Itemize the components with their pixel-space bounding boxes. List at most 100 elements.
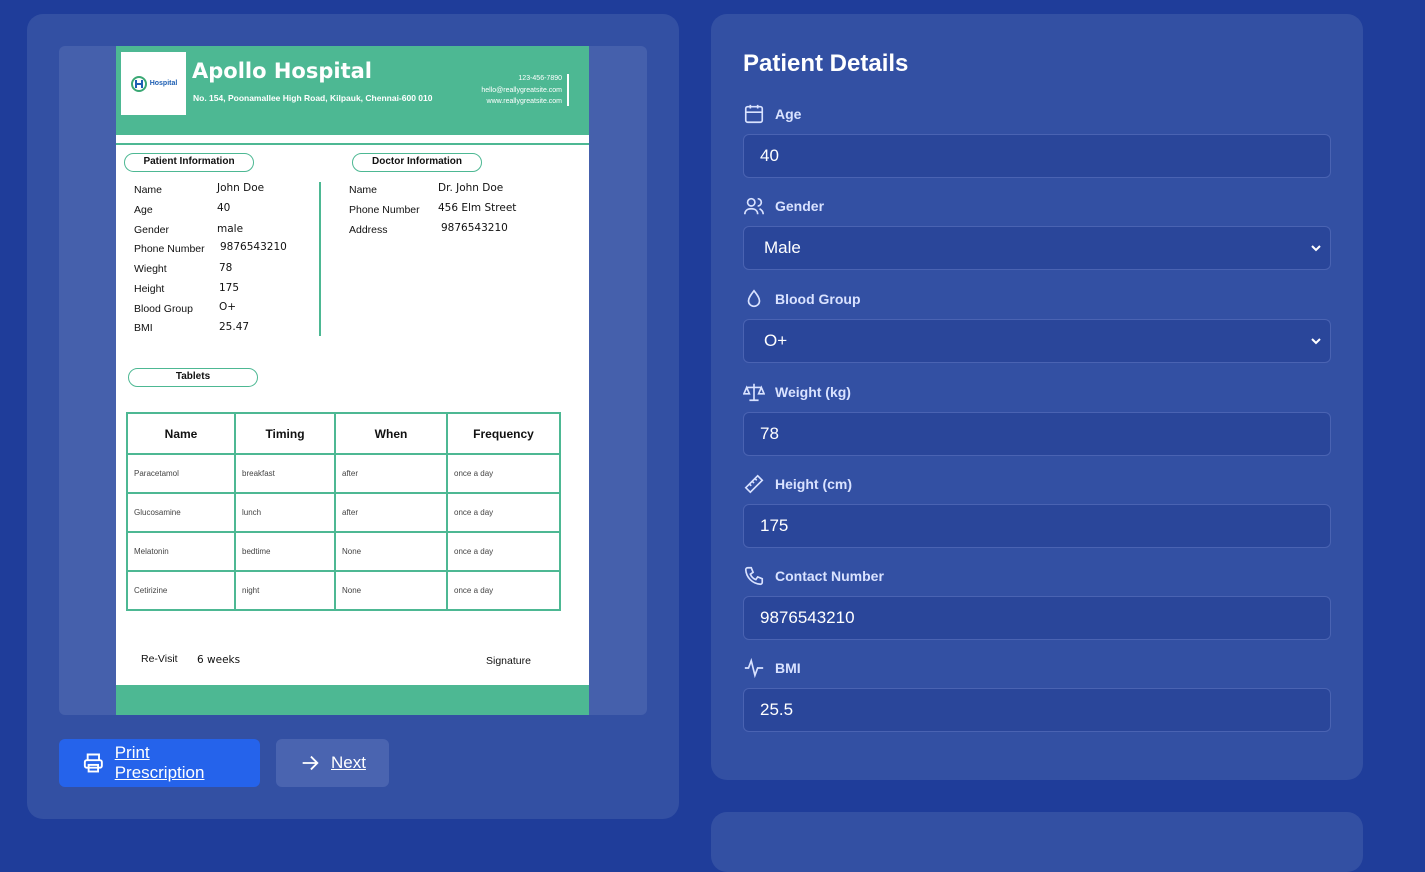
doctor-phone-label: Phone Number — [349, 204, 420, 216]
patient-name: John Doe — [217, 182, 265, 194]
tablet-frequency: once a day — [446, 570, 561, 611]
patient-gender-label: Gender — [134, 224, 170, 236]
doctor-info-heading: Doctor Information — [352, 153, 482, 172]
hospital-logo-icon — [130, 75, 147, 92]
prescription-preview: Hospital Apollo Hospital No. 154, Poonam… — [59, 46, 647, 715]
tablet-when: None — [334, 570, 448, 611]
tablet-timing: bedtime — [234, 531, 336, 572]
patient-age: 40 — [217, 202, 231, 214]
contact-label: Contact Number — [743, 565, 884, 587]
bmi-label: BMI — [743, 657, 801, 679]
print-prescription-button[interactable]: Print Prescription — [59, 739, 260, 787]
next-button-label: Next — [331, 753, 366, 772]
next-button[interactable]: Next — [276, 739, 389, 787]
blood-group-label-text: Blood Group — [775, 291, 861, 307]
bmi-input[interactable]: 25.5 — [743, 688, 1331, 732]
patient-age-label: Age — [134, 204, 153, 216]
col-frequency: Frequency — [446, 412, 561, 455]
patient-phone-label: Phone Number — [134, 243, 205, 255]
doctor-name: Dr. John Doe — [438, 182, 504, 194]
doctor-address: 9876543210 — [441, 222, 508, 234]
logo-text: Hospital — [149, 80, 178, 87]
page-title: Patient Details — [743, 50, 909, 77]
tablet-frequency: once a day — [446, 492, 561, 533]
patient-details-panel: Patient Details Age 40 Gender Male Blood… — [711, 14, 1363, 780]
printer-icon — [83, 753, 103, 773]
blood-group-selected: O+ — [764, 331, 788, 350]
tablet-name: Glucosamine — [126, 492, 236, 533]
gender-selected: Male — [764, 238, 801, 257]
bmi-label-text: BMI — [775, 660, 801, 676]
patient-info-heading: Patient Information — [124, 153, 254, 172]
hospital-email: hello@reallygreatsite.com — [481, 86, 562, 94]
age-input[interactable]: 40 — [743, 134, 1331, 178]
patient-height: 175 — [219, 282, 240, 294]
height-label-text: Height (cm) — [775, 476, 852, 492]
prescription-header: Hospital Apollo Hospital No. 154, Poonam… — [116, 46, 589, 135]
tablet-timing: breakfast — [234, 453, 336, 494]
tablet-name: Cetirizine — [126, 570, 236, 611]
height-label: Height (cm) — [743, 473, 852, 495]
tablet-name: Paracetamol — [126, 453, 236, 494]
doctor-name-label: Name — [349, 184, 378, 196]
hospital-logo: Hospital — [121, 52, 186, 115]
blood-group-label: Blood Group — [743, 288, 861, 310]
col-when: When — [334, 412, 448, 455]
weight-input[interactable]: 78 — [743, 412, 1331, 456]
tablet-timing: lunch — [234, 492, 336, 533]
table-row: Melatonin bedtime None once a day — [126, 531, 561, 572]
patient-phone: 9876543210 — [220, 241, 287, 253]
print-button-label: Print Prescription — [114, 743, 205, 782]
info-divider — [319, 182, 321, 336]
table-row: Cetirizine night None once a day — [126, 570, 561, 611]
age-label-text: Age — [775, 106, 802, 122]
col-name: Name — [126, 412, 236, 455]
patient-weight-label: Wieght — [134, 263, 167, 275]
table-header-row: Name Timing When Frequency — [126, 412, 561, 455]
droplet-icon — [747, 289, 761, 308]
patient-gender: male — [217, 223, 244, 235]
ruler-icon — [744, 474, 764, 494]
contact-input[interactable]: 9876543210 — [743, 596, 1331, 640]
patient-blood-label: Blood Group — [134, 303, 193, 315]
tablet-when: after — [334, 453, 448, 494]
doctor-address-label: Address — [349, 224, 388, 236]
tablet-frequency: once a day — [446, 453, 561, 494]
users-icon — [744, 197, 764, 215]
scale-icon — [743, 383, 765, 402]
blood-group-select[interactable]: O+ — [743, 319, 1331, 363]
header-divider — [116, 143, 589, 145]
activity-icon — [744, 657, 764, 679]
phone-icon — [744, 566, 764, 586]
prescription-panel: Hospital Apollo Hospital No. 154, Poonam… — [27, 14, 679, 819]
col-timing: Timing — [234, 412, 336, 455]
hospital-contact: 123-456-7890 hello@reallygreatsite.com w… — [481, 73, 562, 108]
doctor-phone: 456 Elm Street — [438, 202, 517, 214]
arrow-right-icon — [302, 755, 319, 771]
patient-bmi-label: BMI — [134, 322, 153, 334]
revisit-label: Re-Visit — [141, 653, 178, 665]
secondary-panel — [711, 812, 1363, 872]
gender-label-text: Gender — [775, 198, 825, 214]
table-row: Glucosamine lunch after once a day — [126, 492, 561, 533]
tablet-when: None — [334, 531, 448, 572]
height-input[interactable]: 175 — [743, 504, 1331, 548]
table-row: Paracetamol breakfast after once a day — [126, 453, 561, 494]
tablets-table: Name Timing When Frequency Paracetamol b… — [126, 412, 561, 611]
hospital-address: No. 154, Poonamallee High Road, Kilpauk,… — [193, 93, 433, 103]
tablet-name: Melatonin — [126, 531, 236, 572]
patient-bmi: 25.47 — [219, 321, 250, 333]
contact-label-text: Contact Number — [775, 568, 884, 584]
chevron-down-icon — [1311, 338, 1321, 345]
gender-select[interactable]: Male — [743, 226, 1331, 270]
age-label: Age — [743, 103, 801, 125]
calendar-icon — [744, 104, 764, 124]
tablet-frequency: once a day — [446, 531, 561, 572]
weight-label-text: Weight (kg) — [775, 384, 851, 400]
patient-weight: 78 — [219, 262, 233, 274]
tablet-timing: night — [234, 570, 336, 611]
gender-label: Gender — [743, 195, 824, 217]
chevron-down-icon — [1311, 245, 1321, 252]
tablets-heading: Tablets — [128, 368, 258, 387]
contact-divider — [567, 74, 569, 106]
